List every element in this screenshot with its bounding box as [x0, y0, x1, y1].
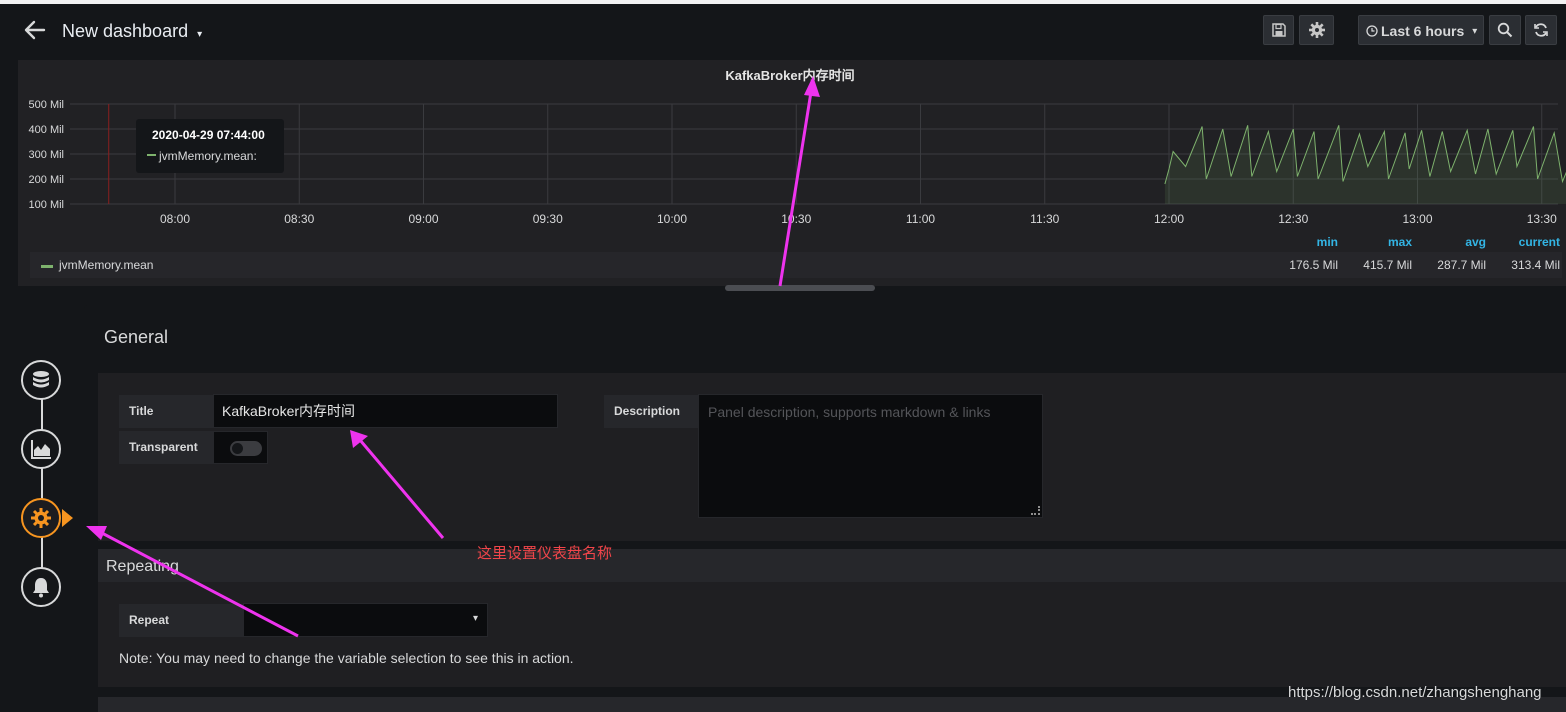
annotation-arrowhead-general-tab: [86, 526, 107, 540]
annotation-text: 这里设置仪表盘名称: [477, 545, 613, 562]
watermark: https://blog.csdn.net/zhangshenghang: [1288, 684, 1542, 701]
annotation-arrow-panel-title: [778, 91, 813, 287]
annotation-arrow-general-tab: [99, 530, 299, 638]
annotation-arrows: [86, 76, 820, 638]
annotation-arrow-title-input: [358, 439, 445, 539]
annotation-arrowhead-panel-title: [804, 76, 820, 97]
